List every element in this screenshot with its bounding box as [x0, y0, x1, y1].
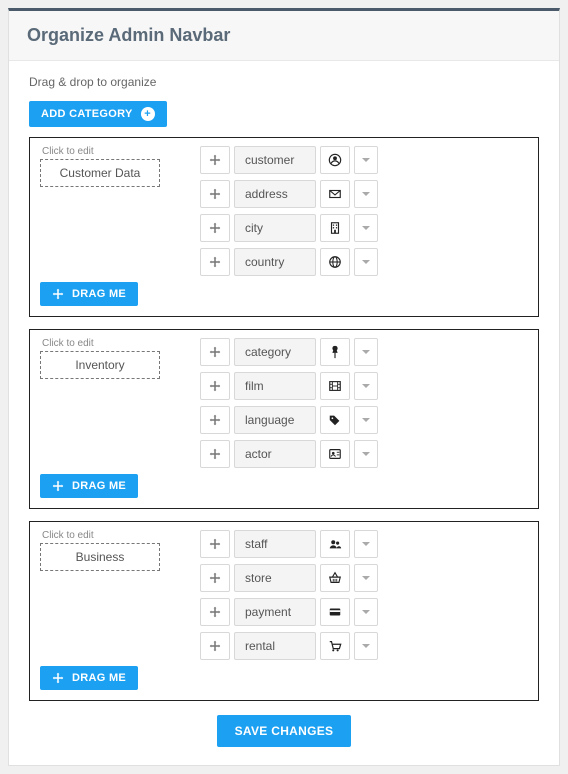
nav-item-label: city	[234, 214, 316, 242]
move-icon[interactable]	[200, 564, 230, 592]
category-name-input[interactable]: Business	[40, 543, 160, 571]
move-icon[interactable]	[200, 146, 230, 174]
nav-item-label: customer	[234, 146, 316, 174]
nav-item-label: address	[234, 180, 316, 208]
chevron-down-icon	[362, 418, 370, 422]
item-options-dropdown[interactable]	[354, 440, 378, 468]
item-options-dropdown[interactable]	[354, 146, 378, 174]
nav-item-label: language	[234, 406, 316, 434]
item-options-dropdown[interactable]	[354, 214, 378, 242]
envelope-icon	[320, 180, 350, 208]
category-name-input[interactable]: Customer Data	[40, 159, 160, 187]
chevron-down-icon	[362, 350, 370, 354]
chevron-down-icon	[362, 260, 370, 264]
move-icon[interactable]	[200, 214, 230, 242]
item-options-dropdown[interactable]	[354, 248, 378, 276]
nav-item-row[interactable]: language	[200, 406, 528, 434]
drag-category-handle[interactable]: DRAG ME	[40, 666, 138, 690]
id-card-icon	[320, 440, 350, 468]
chevron-down-icon	[362, 644, 370, 648]
move-icon[interactable]	[200, 180, 230, 208]
move-icon[interactable]	[200, 248, 230, 276]
item-options-dropdown[interactable]	[354, 530, 378, 558]
users-icon	[320, 530, 350, 558]
nav-item-list: category film language actor	[200, 338, 528, 468]
category-block: Click to edit Customer Data customer addres…	[29, 137, 539, 317]
building-icon	[320, 214, 350, 242]
item-options-dropdown[interactable]	[354, 564, 378, 592]
nav-item-row[interactable]: store	[200, 564, 528, 592]
film-icon	[320, 372, 350, 400]
category-name-input[interactable]: Inventory	[40, 351, 160, 379]
item-options-dropdown[interactable]	[354, 598, 378, 626]
add-category-button[interactable]: ADD CATEGORY +	[29, 101, 167, 127]
user-circle-icon	[320, 146, 350, 174]
nav-item-label: rental	[234, 632, 316, 660]
item-options-dropdown[interactable]	[354, 180, 378, 208]
nav-item-row[interactable]: category	[200, 338, 528, 366]
plus-circle-icon: +	[141, 107, 155, 121]
add-category-label: ADD CATEGORY	[41, 108, 133, 120]
organize-navbar-panel: Organize Admin Navbar Drag & drop to org…	[8, 8, 560, 766]
globe-icon	[320, 248, 350, 276]
category-list: Click to edit Customer Data customer addres…	[29, 137, 539, 701]
nav-item-row[interactable]: staff	[200, 530, 528, 558]
category-block: Click to edit Inventory category film langua…	[29, 329, 539, 509]
basket-icon	[320, 564, 350, 592]
nav-item-label: staff	[234, 530, 316, 558]
pin-icon	[320, 338, 350, 366]
item-options-dropdown[interactable]	[354, 372, 378, 400]
chevron-down-icon	[362, 158, 370, 162]
nav-item-row[interactable]: film	[200, 372, 528, 400]
save-changes-button[interactable]: SAVE CHANGES	[217, 715, 352, 747]
nav-item-row[interactable]: customer	[200, 146, 528, 174]
move-icon[interactable]	[200, 372, 230, 400]
nav-item-label: actor	[234, 440, 316, 468]
nav-item-label: country	[234, 248, 316, 276]
panel-body: Drag & drop to organize ADD CATEGORY + C…	[9, 61, 559, 765]
chevron-down-icon	[362, 192, 370, 196]
move-icon	[52, 672, 64, 684]
nav-item-row[interactable]: country	[200, 248, 528, 276]
chevron-down-icon	[362, 542, 370, 546]
nav-item-row[interactable]: payment	[200, 598, 528, 626]
nav-item-label: store	[234, 564, 316, 592]
item-options-dropdown[interactable]	[354, 632, 378, 660]
cart-icon	[320, 632, 350, 660]
move-icon[interactable]	[200, 440, 230, 468]
nav-item-row[interactable]: address	[200, 180, 528, 208]
nav-item-label: film	[234, 372, 316, 400]
nav-item-label: payment	[234, 598, 316, 626]
move-icon[interactable]	[200, 530, 230, 558]
item-options-dropdown[interactable]	[354, 406, 378, 434]
page-title: Organize Admin Navbar	[9, 11, 559, 61]
nav-item-row[interactable]: rental	[200, 632, 528, 660]
nav-item-row[interactable]: city	[200, 214, 528, 242]
credit-card-icon	[320, 598, 350, 626]
drag-drop-hint: Drag & drop to organize	[29, 75, 539, 89]
nav-item-label: category	[234, 338, 316, 366]
move-icon[interactable]	[200, 598, 230, 626]
chevron-down-icon	[362, 384, 370, 388]
click-to-edit-hint: Click to edit	[42, 146, 180, 157]
nav-item-list: customer address city country	[200, 146, 528, 276]
chevron-down-icon	[362, 452, 370, 456]
move-icon[interactable]	[200, 406, 230, 434]
chevron-down-icon	[362, 226, 370, 230]
item-options-dropdown[interactable]	[354, 338, 378, 366]
nav-item-row[interactable]: actor	[200, 440, 528, 468]
move-icon	[52, 288, 64, 300]
chevron-down-icon	[362, 576, 370, 580]
move-icon	[52, 480, 64, 492]
move-icon[interactable]	[200, 338, 230, 366]
drag-category-handle[interactable]: DRAG ME	[40, 474, 138, 498]
tags-icon	[320, 406, 350, 434]
move-icon[interactable]	[200, 632, 230, 660]
drag-category-handle[interactable]: DRAG ME	[40, 282, 138, 306]
nav-item-list: staff store payment rental	[200, 530, 528, 660]
chevron-down-icon	[362, 610, 370, 614]
category-block: Click to edit Business staff store payment re…	[29, 521, 539, 701]
click-to-edit-hint: Click to edit	[42, 338, 180, 349]
click-to-edit-hint: Click to edit	[42, 530, 180, 541]
